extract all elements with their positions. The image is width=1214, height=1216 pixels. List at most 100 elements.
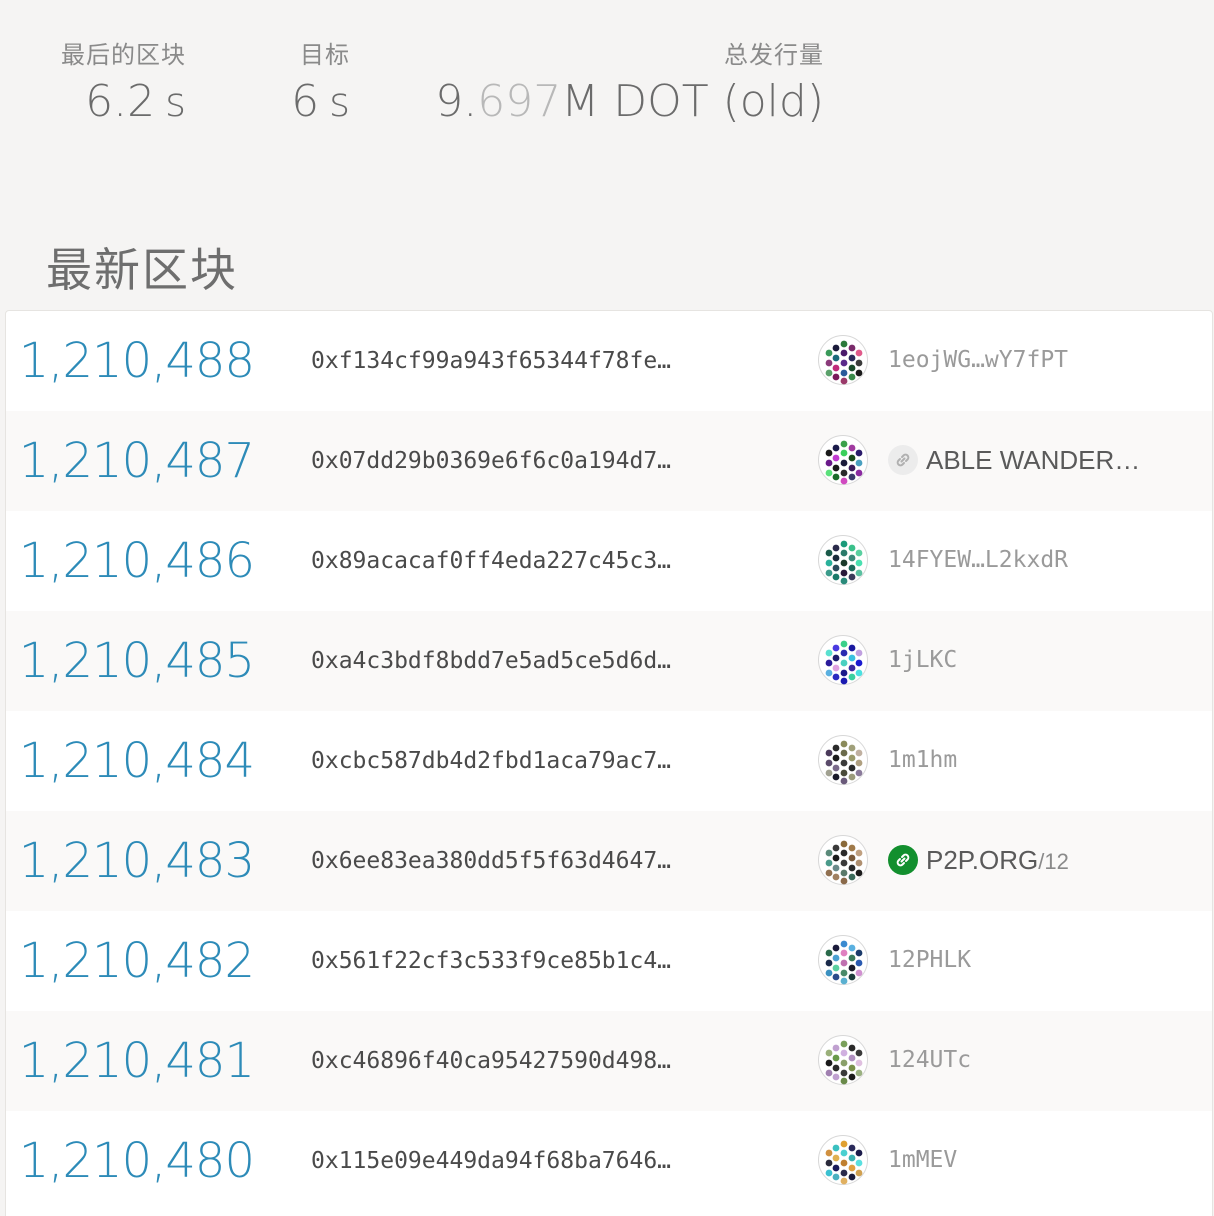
identicon-dot [832,344,840,352]
identicon-dot [825,549,833,557]
identicon-dot [825,1169,833,1177]
identicon-icon[interactable] [818,835,868,885]
identicon-dot [840,359,848,367]
identicon-dot [855,649,863,657]
identicon-dot [840,1069,848,1077]
identicon-dot [855,559,863,567]
identicon-dot [840,1140,848,1148]
identicon-icon[interactable] [818,535,868,585]
identicon-dot [825,469,833,477]
issuance-faded: 697 [477,76,562,127]
block-number-link[interactable]: 1,210,480 [6,1129,255,1193]
identicon-icon[interactable] [818,435,868,485]
identicon-dot [848,844,856,852]
author-identity-name[interactable]: ABLE WANDER… [926,444,1140,476]
identicon-dot [840,1177,848,1185]
identicon-dot [825,749,833,757]
identicon-dot [832,844,840,852]
identicon-dot [848,473,856,481]
identicon-dot [840,449,848,457]
identicon-dot [825,869,833,877]
author-identity-name[interactable]: P2P.ORG/12 [926,844,1069,878]
identicon-graphic [825,940,863,985]
identicon-icon[interactable] [818,635,868,685]
identicon-dot [848,544,856,552]
identicon-dot [855,969,863,977]
identicon-dot [840,640,848,648]
block-author[interactable]: 1eojWG…wY7fPT [818,335,1198,387]
identicon-dot [840,549,848,557]
block-number-link[interactable]: 1,210,485 [6,629,255,693]
block-hash: 0xcbc587db4d2fbd1aca79ac7… [311,748,672,774]
author-address[interactable]: 1mMEV [888,1144,957,1176]
identicon-dot [840,459,848,467]
identicon-dot [832,373,840,381]
identicon-dot [855,659,863,667]
author-address[interactable]: 1jLKC [888,644,957,676]
identicon-dot [840,669,848,677]
target-value: 6s [270,72,350,133]
identicon-dot [855,349,863,357]
identicon-icon[interactable] [818,735,868,785]
identicon-dot [825,1149,833,1157]
last-block-value: 6.2 s [52,72,186,133]
block-number-link[interactable]: 1,210,488 [6,329,255,393]
identicon-dot [848,964,856,972]
identicon-dot [825,459,833,467]
block-author[interactable]: 12PHLK [818,935,1198,987]
author-address[interactable]: 1m1hm [888,744,957,776]
identicon-icon[interactable] [818,335,868,385]
total-issuance-label: 总发行量 [724,41,824,69]
identicon-dot [832,773,840,781]
total-issuance-value: 9.697M DOT (old) [430,72,824,132]
identicon-dot [840,769,848,777]
identicon-dot [855,449,863,457]
author-address[interactable]: 124UTc [888,1044,971,1076]
identicon-dot [840,349,848,357]
block-author[interactable]: 124UTc [818,1035,1198,1087]
identicon-icon[interactable] [818,935,868,985]
block-number-link[interactable]: 1,210,486 [6,529,255,593]
identicon-dot [825,569,833,577]
block-author[interactable]: 1mMEV [818,1135,1198,1187]
identicon-dot [855,359,863,367]
stat-last-block: 最后的区块 6.2 s [52,38,186,133]
block-author[interactable]: P2P.ORG/12 [818,835,1198,887]
identicon-dot [855,1069,863,1077]
block-number-link[interactable]: 1,210,482 [6,929,255,993]
identicon-dot [825,959,833,967]
block-number-link[interactable]: 1,210,487 [6,429,255,493]
author-address[interactable]: 1eojWG…wY7fPT [888,344,1068,376]
block-author[interactable]: 1jLKC [818,635,1198,687]
block-number-link[interactable]: 1,210,484 [6,729,255,793]
identicon-dot [840,777,848,785]
identicon-dot [840,1149,848,1157]
block-author[interactable]: 1m1hm [818,735,1198,787]
identicon-dot [832,444,840,452]
block-author[interactable]: ABLE WANDER… [818,435,1198,487]
target-unit: s [329,80,350,126]
identicon-dot [855,759,863,767]
block-author[interactable]: 14FYEW…L2kxdR [818,535,1198,587]
identicon-dot [848,444,856,452]
identicon-dot [832,754,840,762]
identicon-dot [825,559,833,567]
identicon-dot [832,954,840,962]
identicon-dot [855,1059,863,1067]
block-number-link[interactable]: 1,210,481 [6,1029,255,1093]
identicon-icon[interactable] [818,1035,868,1085]
identicon-dot [855,1169,863,1177]
identicon-dot [855,859,863,867]
author-address[interactable]: 12PHLK [888,944,971,976]
block-hash: 0x561f22cf3c533f9ce85b1c4… [311,948,672,974]
identicon-dot [848,773,856,781]
identicon-dot [840,1169,848,1177]
block-number-link[interactable]: 1,210,483 [6,829,255,893]
identicon-graphic [825,1140,863,1185]
identicon-dot [848,554,856,562]
identicon-dot [848,754,856,762]
identicon-dot [832,854,840,862]
identicon-dot [855,1159,863,1167]
identicon-icon[interactable] [818,1135,868,1185]
author-address[interactable]: 14FYEW…L2kxdR [888,544,1068,576]
